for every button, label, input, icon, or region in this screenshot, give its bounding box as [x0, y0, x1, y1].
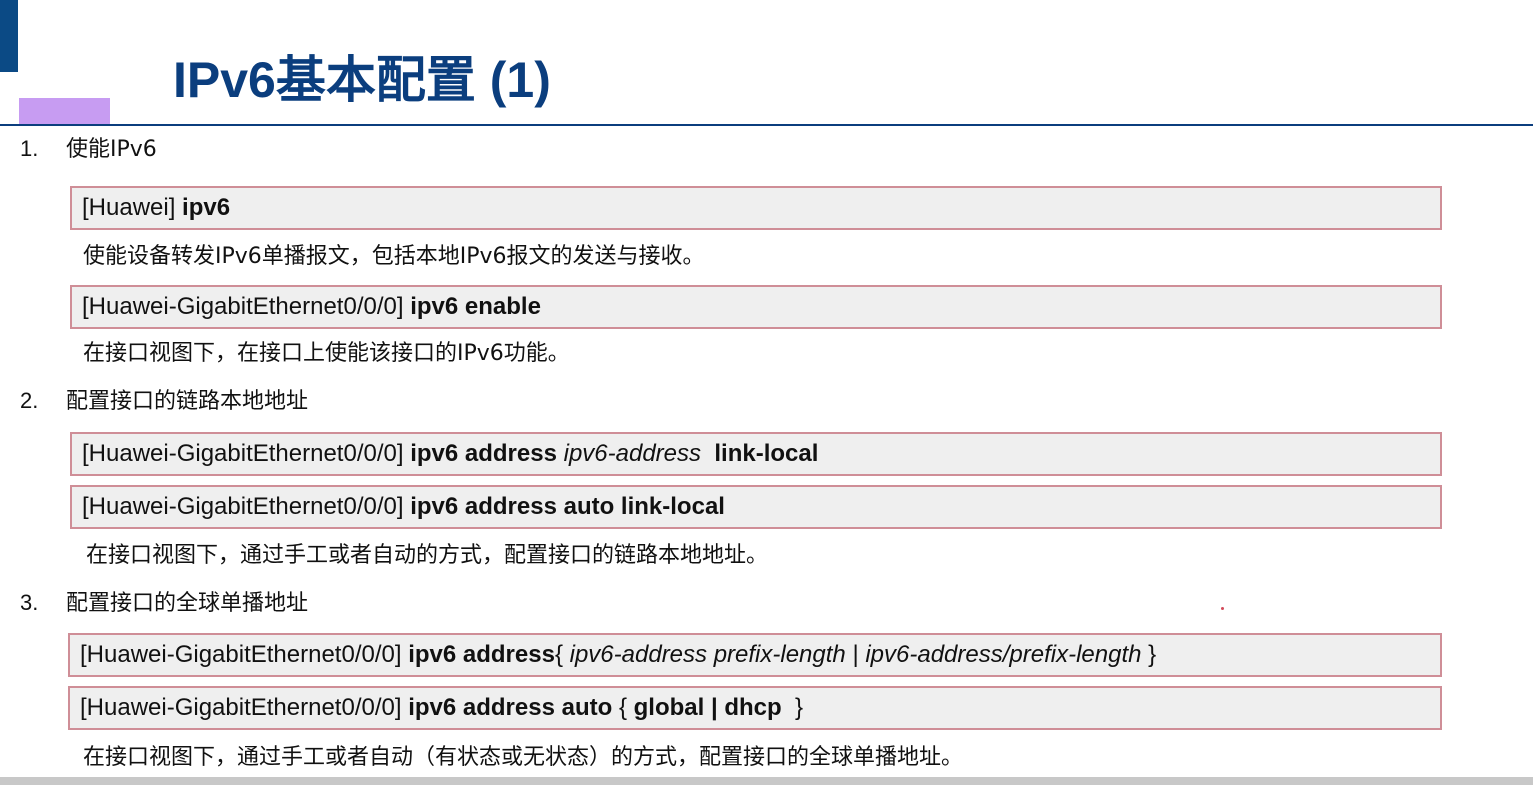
bottom-bar	[0, 777, 1533, 785]
brace-close: }	[795, 694, 804, 721]
command-parameter: ipv6-address	[563, 440, 702, 467]
accent-bar	[0, 0, 18, 72]
step-number: 1.	[20, 136, 39, 161]
step-heading-text: 配置接口的链路本地地址	[66, 389, 309, 414]
separator: |	[852, 641, 859, 668]
command-prompt: [Huawei]	[82, 194, 176, 221]
separator: |	[710, 694, 718, 721]
command-parameter: ipv6-address/prefix-length	[865, 641, 1142, 668]
command-prompt: [Huawei-GigabitEthernet0/0/0]	[82, 440, 404, 467]
step-heading-text: 使能IPv6	[66, 137, 157, 162]
command-keyword: ipv6 enable	[410, 293, 541, 320]
step-2-heading: 2. 配置接口的链路本地地址	[20, 386, 308, 417]
page-title: IPv6基本配置 (1)	[173, 52, 551, 108]
slide: IPv6基本配置 (1) 1. 使能IPv6 [Huawei] ipv6 使能设备…	[0, 0, 1533, 785]
command-box-global-auto: [Huawei-GigabitEthernet0/0/0] ipv6 addre…	[68, 686, 1442, 730]
description-text: 在接口视图下，通过手工或者自动的方式，配置接口的链路本地地址。	[86, 543, 769, 568]
step-1-heading: 1. 使能IPv6	[20, 134, 157, 165]
accent-block	[19, 98, 110, 124]
step-heading-text: 配置接口的全球单播地址	[66, 591, 309, 616]
command-keyword: ipv6 address	[410, 440, 557, 467]
step-number: 3.	[20, 590, 39, 615]
title-divider	[0, 124, 1533, 126]
command-prompt: [Huawei-GigabitEthernet0/0/0]	[80, 694, 402, 721]
description-text: 在接口视图下，在接口上使能该接口的IPv6功能。	[83, 341, 570, 366]
command-prompt: [Huawei-GigabitEthernet0/0/0]	[80, 641, 402, 668]
command-keyword: ipv6 address auto	[408, 694, 613, 721]
command-option: global	[633, 694, 705, 721]
command-box-global-manual: [Huawei-GigabitEthernet0/0/0] ipv6 addre…	[68, 633, 1442, 677]
step-3-heading: 3. 配置接口的全球单播地址	[20, 588, 308, 619]
brace-close: }	[1148, 641, 1157, 668]
command-keyword: ipv6 address auto link-local	[410, 493, 725, 520]
stray-dot	[1221, 607, 1224, 610]
command-keyword: ipv6	[182, 194, 231, 221]
command-option: dhcp	[724, 694, 782, 721]
brace-open: {	[618, 694, 627, 721]
command-box-ipv6-enable: [Huawei-GigabitEthernet0/0/0] ipv6 enabl…	[70, 285, 1442, 329]
command-parameter: ipv6-address prefix-length	[569, 641, 846, 668]
command-prompt: [Huawei-GigabitEthernet0/0/0]	[82, 293, 404, 320]
command-box-link-local-manual: [Huawei-GigabitEthernet0/0/0] ipv6 addre…	[70, 432, 1442, 476]
brace-open: {	[554, 641, 563, 668]
command-box-ipv6: [Huawei] ipv6	[70, 186, 1442, 230]
description-text: 使能设备转发IPv6单播报文，包括本地IPv6报文的发送与接收。	[83, 244, 705, 269]
command-keyword: ipv6 address	[408, 641, 555, 668]
command-box-link-local-auto: [Huawei-GigabitEthernet0/0/0] ipv6 addre…	[70, 485, 1442, 529]
command-prompt: [Huawei-GigabitEthernet0/0/0]	[82, 493, 404, 520]
description-text: 在接口视图下，通过手工或者自动（有状态或无状态）的方式，配置接口的全球单播地址。	[83, 745, 964, 770]
step-number: 2.	[20, 388, 39, 413]
command-keyword: link-local	[714, 440, 819, 467]
